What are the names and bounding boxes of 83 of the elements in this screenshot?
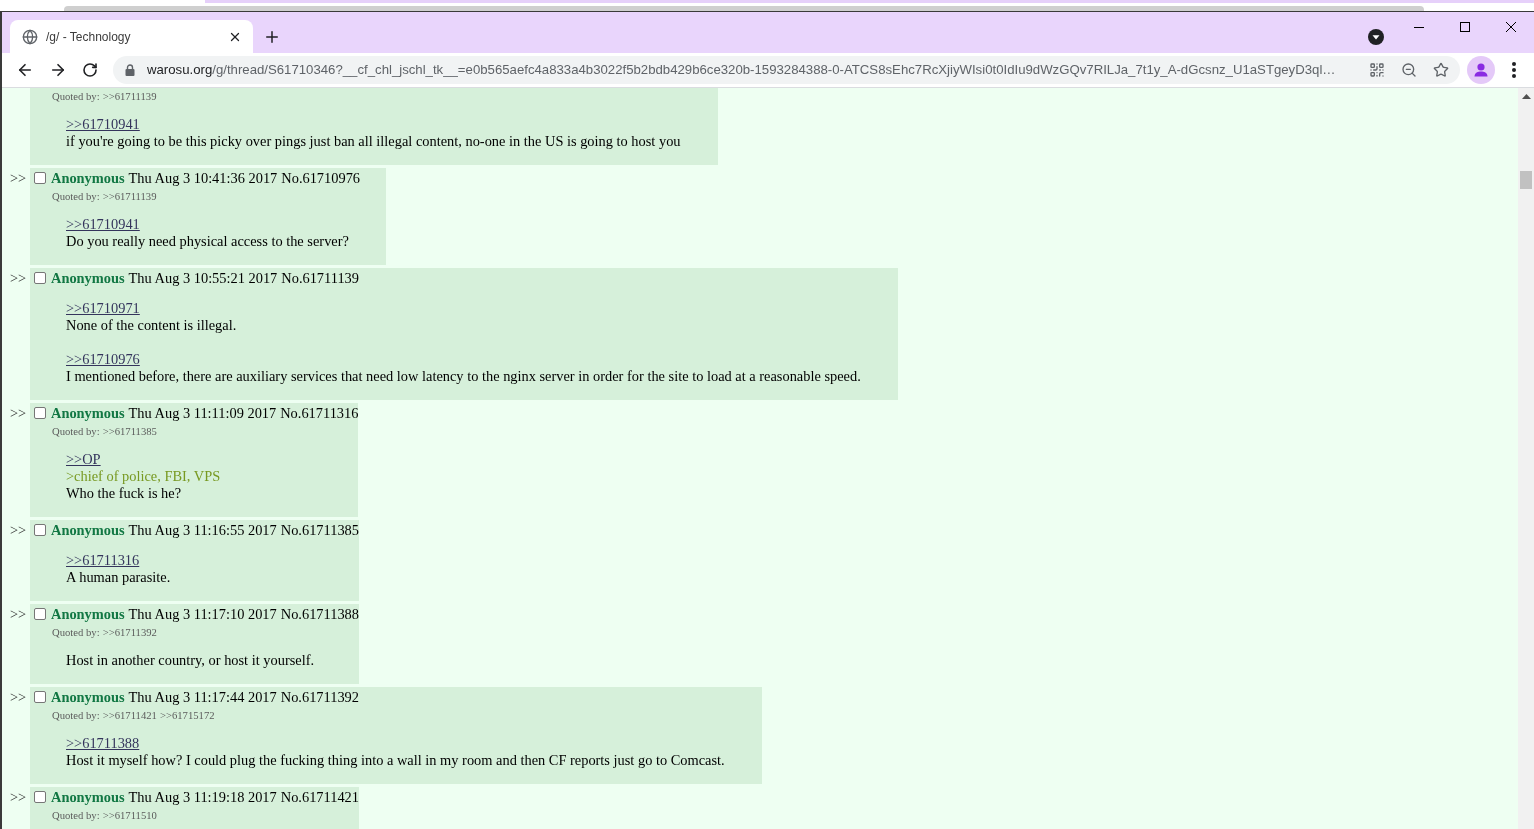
post-number[interactable]: No.61711392 <box>280 688 359 706</box>
star-icon <box>1433 62 1449 78</box>
reply-marker: >> <box>10 269 28 287</box>
backlink[interactable]: >>61711139 <box>102 88 157 105</box>
quote-link[interactable]: >>OP <box>66 451 101 468</box>
post-text: I mentioned before, there are auxiliary services that need low latency to the nginx server in order for the site to load at a reasonable speed. <box>66 368 861 385</box>
post-date: Thu Aug 3 11:16:55 2017 <box>128 521 277 539</box>
maximize-icon <box>1460 22 1470 32</box>
quoted-by-label: Quoted by: <box>52 88 100 104</box>
lock-icon <box>125 64 135 76</box>
scroll-up-arrow-icon[interactable] <box>1521 94 1531 99</box>
post-text: Who the fuck is he? <box>66 485 182 502</box>
quote-link[interactable]: >>61710976 <box>66 351 140 368</box>
post-text: None of the content is illegal. <box>66 317 237 334</box>
poster-name: Anonymous <box>51 605 125 623</box>
post-date: Thu Aug 3 11:11:09 2017 <box>128 404 277 422</box>
backlink[interactable]: >>61711385 <box>102 422 157 440</box>
reload-icon <box>82 62 98 78</box>
post-number[interactable]: No.61711139 <box>281 269 359 287</box>
post-number[interactable]: No.61711385 <box>280 521 359 539</box>
quoted-by-label: Quoted by: <box>52 624 100 640</box>
post-text: Do you really need physical access to the server? <box>66 233 349 250</box>
post-number[interactable]: No.61711316 <box>280 404 359 422</box>
forward-arrow-icon <box>49 61 67 79</box>
minimize-icon <box>1414 26 1424 28</box>
post-number[interactable]: No.61711421 <box>280 788 359 806</box>
backlink[interactable]: >>61711510 <box>102 806 157 824</box>
reply-marker: >> <box>10 788 28 806</box>
globe-icon <box>22 28 38 45</box>
post-number[interactable]: No.61711388 <box>280 605 359 623</box>
post-date: Thu Aug 3 10:41:36 2017 <box>128 169 278 187</box>
post-date: Thu Aug 3 11:17:44 2017 <box>128 688 277 706</box>
quote-link[interactable]: >>61710941 <box>66 116 140 133</box>
post-checkbox[interactable] <box>34 791 46 803</box>
quote-link[interactable]: >>61711388 <box>66 735 140 752</box>
post-checkbox[interactable] <box>34 691 46 703</box>
post-text: A human parasite. <box>66 569 171 586</box>
url-text: warosu.org/g/thread/S61710346?__cf_chl_jschl_tk__=e0b565aefc4a833a4b3022f5b2bdb429b6ce320b-1593284388-0-ATCS8sEhc7RcXjiyWIsi0t0IdIu9dWzGQv7RILJa_7t1y_A-dGcsnz_U1aSTgeyD3ql… <box>147 61 1336 80</box>
post-checkbox[interactable] <box>34 172 46 184</box>
quote-link[interactable]: >>61710971 <box>66 300 140 317</box>
quoted-by-label: Quoted by: <box>52 188 100 204</box>
backlink[interactable]: >>61715172 <box>159 706 215 724</box>
browser-tab[interactable]: /g/ - Technology <box>10 20 253 53</box>
reply-marker: >> <box>10 404 28 422</box>
backlink[interactable]: >>61711421 <box>102 706 157 724</box>
post-text: Host in another country, or host it yourself. <box>66 652 315 669</box>
close-icon <box>1506 22 1516 32</box>
caret-circle-icon <box>1368 28 1384 45</box>
post-checkbox[interactable] <box>34 407 46 419</box>
quoted-by-label: Quoted by: <box>52 807 100 823</box>
poster-name: Anonymous <box>51 169 125 187</box>
profile-button[interactable] <box>1467 56 1495 84</box>
post-number[interactable]: No.61710976 <box>281 169 361 187</box>
reply-marker: >> <box>10 688 28 706</box>
reply-marker: >> <box>10 605 28 623</box>
poster-name: Anonymous <box>51 269 125 287</box>
greentext-line: >chief of police, FBI, VPS <box>66 468 221 485</box>
post-text: if you're going to be this picky over pings just ban all illegal content, no-one in the US is going to host you <box>66 133 681 150</box>
poster-name: Anonymous <box>51 404 125 422</box>
post-date: Thu Aug 3 10:55:21 2017 <box>128 269 278 287</box>
quoted-by-label: Quoted by: <box>52 423 100 439</box>
quote-link[interactable]: >>61711316 <box>66 552 140 569</box>
reply-marker: >> <box>10 521 28 539</box>
poster-name: Anonymous <box>51 788 125 806</box>
post-text: Host it myself how? I could plug the fucking thing into a wall in my room and then CF reports just go to Comcast. <box>66 752 725 769</box>
post-date: Thu Aug 3 11:19:18 2017 <box>128 788 277 806</box>
poster-name: Anonymous <box>51 521 125 539</box>
post-checkbox[interactable] <box>34 608 46 620</box>
qr-code-icon <box>1369 62 1385 78</box>
post-date: Thu Aug 3 11:17:10 2017 <box>128 605 277 623</box>
poster-name: Anonymous <box>51 688 125 706</box>
address-bar[interactable]: warosu.org/g/thread/S61710346?__cf_chl_jschl_tk__=e0b565aefc4a833a4b3022f5b2bdb429b6ce320b-1593284388-0-ATCS8sEhc7RcXjiyWIsi0t0IdIu9dWzGQv7RILJa_7t1y_A-dGcsnz_U1aSTgeyD3ql… <box>113 56 1460 84</box>
reply-marker: >> <box>10 169 28 187</box>
scrollbar-thumb[interactable] <box>1520 171 1532 189</box>
post-checkbox[interactable] <box>34 524 46 536</box>
post-checkbox[interactable] <box>34 272 46 284</box>
backlink[interactable]: >>61711139 <box>102 187 157 205</box>
quote-link[interactable]: >>61710941 <box>66 216 140 233</box>
quoted-by-label: Quoted by: <box>52 707 100 723</box>
backlink[interactable]: >>61711392 <box>102 623 157 641</box>
person-avatar-icon <box>1467 56 1495 84</box>
zoom-out-icon <box>1401 62 1417 78</box>
kebab-menu-icon <box>1512 62 1516 78</box>
